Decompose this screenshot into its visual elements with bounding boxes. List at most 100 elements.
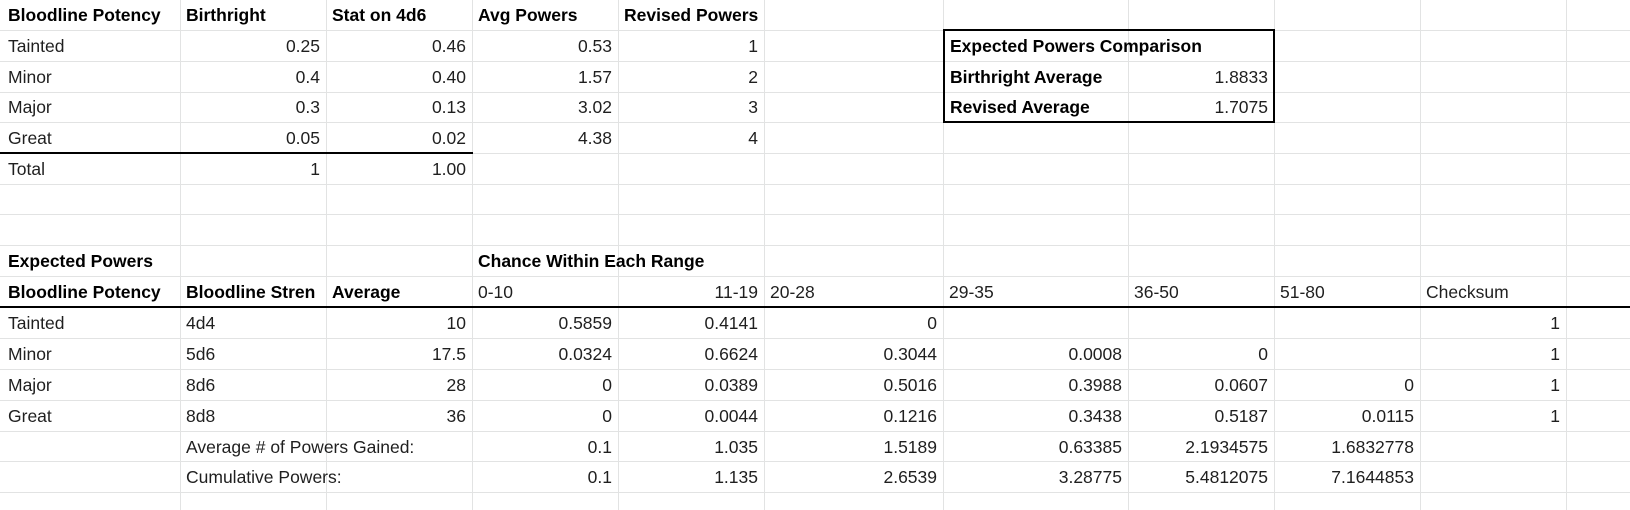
table-cell[interactable]: 1.035 [618, 432, 764, 462]
table-cell[interactable]: 0.63385 [943, 432, 1128, 462]
table-cell[interactable] [1128, 308, 1274, 338]
table-cell[interactable]: 3.28775 [943, 462, 1128, 492]
table-cell[interactable]: Major [2, 92, 180, 122]
table-cell[interactable]: Great [2, 401, 180, 431]
table-cell[interactable]: 28 [326, 370, 472, 400]
table-cell[interactable]: 0.02 [326, 123, 472, 153]
cumulative-powers-label[interactable]: Cumulative Powers: [180, 462, 472, 492]
table-cell[interactable]: 0 [1128, 339, 1274, 369]
table-cell[interactable]: 10 [326, 308, 472, 338]
table-cell[interactable]: 4d4 [180, 308, 326, 338]
table-cell[interactable]: 4 [618, 123, 764, 153]
total-stat[interactable]: 1.00 [326, 154, 472, 184]
table-cell[interactable]: 0.4141 [618, 308, 764, 338]
table-cell[interactable]: 2 [618, 62, 764, 92]
table-cell[interactable]: 1 [1420, 370, 1566, 400]
table-cell[interactable]: 3 [618, 92, 764, 122]
table-cell[interactable]: 0.05 [180, 123, 326, 153]
table-cell[interactable]: 0.0044 [618, 401, 764, 431]
comparison-revised-label[interactable]: Revised Average [944, 92, 1128, 122]
table-cell[interactable]: 1 [1420, 339, 1566, 369]
comparison-revised-value[interactable]: 1.7075 [1128, 92, 1274, 122]
header-revised-powers[interactable]: Revised Powers [618, 0, 798, 30]
expected-powers-title[interactable]: Expected Powers [2, 246, 180, 276]
table-cell[interactable]: 0.6624 [618, 339, 764, 369]
table-cell[interactable]: Tainted [2, 308, 180, 338]
table-cell[interactable]: 0.3988 [943, 370, 1128, 400]
table-cell[interactable]: 0.3 [180, 92, 326, 122]
table-cell[interactable]: 0 [472, 370, 618, 400]
avg-powers-label[interactable]: Average # of Powers Gained: [180, 432, 472, 462]
table-cell[interactable]: 1.6832778 [1274, 432, 1420, 462]
table-cell[interactable]: 4.38 [472, 123, 618, 153]
header-stat-on-4d6[interactable]: Stat on 4d6 [326, 0, 472, 30]
header-average[interactable]: Average [326, 277, 472, 307]
chance-range-title[interactable]: Chance Within Each Range [472, 246, 772, 276]
table-cell[interactable]: 0.0324 [472, 339, 618, 369]
table-cell[interactable]: 0.0389 [618, 370, 764, 400]
header-bloodline-potency[interactable]: Bloodline Potency [2, 0, 180, 30]
table-cell[interactable]: 0.5187 [1128, 401, 1274, 431]
table-cell[interactable]: 8d8 [180, 401, 326, 431]
table-cell[interactable]: 0.3438 [943, 401, 1128, 431]
header-birthright[interactable]: Birthright [180, 0, 326, 30]
table-cell[interactable]: 0.0607 [1128, 370, 1274, 400]
table-cell[interactable]: 0 [472, 401, 618, 431]
table-cell[interactable]: 1 [618, 31, 764, 61]
table-cell[interactable]: 0.40 [326, 62, 472, 92]
table-cell[interactable]: 0.4 [180, 62, 326, 92]
table-cell[interactable]: 0.5859 [472, 308, 618, 338]
table-cell[interactable]: 0.25 [180, 31, 326, 61]
table-cell[interactable]: 0.3044 [764, 339, 943, 369]
table-cell[interactable]: 5.4812075 [1128, 462, 1274, 492]
table-cell[interactable]: Tainted [2, 31, 180, 61]
table-cell[interactable]: 1.135 [618, 462, 764, 492]
table-cell[interactable]: 1.57 [472, 62, 618, 92]
table-cell[interactable]: 5d6 [180, 339, 326, 369]
table-cell[interactable]: 0.0115 [1274, 401, 1420, 431]
header-range-29-35[interactable]: 29-35 [943, 277, 1128, 307]
table-cell[interactable]: 2.6539 [764, 462, 943, 492]
comparison-birthright-label[interactable]: Birthright Average [944, 62, 1128, 92]
header-range-0-10[interactable]: 0-10 [472, 277, 618, 307]
table-cell[interactable] [1274, 308, 1420, 338]
table-cell[interactable]: 0.5016 [764, 370, 943, 400]
table-cell[interactable]: 0.0008 [943, 339, 1128, 369]
total-label[interactable]: Total [2, 154, 180, 184]
table-cell[interactable]: 0.13 [326, 92, 472, 122]
total-birthright[interactable]: 1 [180, 154, 326, 184]
table-cell[interactable]: 1 [1420, 401, 1566, 431]
table-cell[interactable]: 3.02 [472, 92, 618, 122]
table-cell[interactable]: 2.1934575 [1128, 432, 1274, 462]
table-cell[interactable]: 17.5 [326, 339, 472, 369]
table-cell[interactable]: 0 [764, 308, 943, 338]
table-cell[interactable]: Minor [2, 339, 180, 369]
table-cell[interactable]: Minor [2, 62, 180, 92]
header-bloodline-potency-2[interactable]: Bloodline Potency [2, 277, 180, 307]
header-range-20-28[interactable]: 20-28 [764, 277, 943, 307]
table-cell[interactable]: 0.1 [472, 462, 618, 492]
table-cell[interactable]: Major [2, 370, 180, 400]
table-cell[interactable]: 0.53 [472, 31, 618, 61]
table-cell[interactable]: 0 [1274, 370, 1420, 400]
comparison-title[interactable]: Expected Powers Comparison [944, 31, 1274, 61]
header-range-51-80[interactable]: 51-80 [1274, 277, 1420, 307]
header-avg-powers[interactable]: Avg Powers [472, 0, 618, 30]
table-cell[interactable]: 36 [326, 401, 472, 431]
table-cell[interactable]: 8d6 [180, 370, 326, 400]
table-cell[interactable] [1274, 339, 1420, 369]
header-range-36-50[interactable]: 36-50 [1128, 277, 1274, 307]
table-cell[interactable] [943, 308, 1128, 338]
table-cell[interactable]: 0.1216 [764, 401, 943, 431]
header-bloodline-strength[interactable]: Bloodline Stren [180, 277, 330, 307]
header-checksum[interactable]: Checksum [1420, 277, 1566, 307]
header-range-11-19[interactable]: 11-19 [618, 277, 764, 307]
table-cell[interactable]: 1 [1420, 308, 1566, 338]
spreadsheet-grid[interactable]: Bloodline Potency Birthright Stat on 4d6… [0, 0, 1630, 510]
table-cell[interactable]: 0.46 [326, 31, 472, 61]
table-cell[interactable]: 7.1644853 [1274, 462, 1420, 492]
table-cell[interactable]: Great [2, 123, 180, 153]
table-cell[interactable]: 1.5189 [764, 432, 943, 462]
table-cell[interactable]: 0.1 [472, 432, 618, 462]
comparison-birthright-value[interactable]: 1.8833 [1128, 62, 1274, 92]
